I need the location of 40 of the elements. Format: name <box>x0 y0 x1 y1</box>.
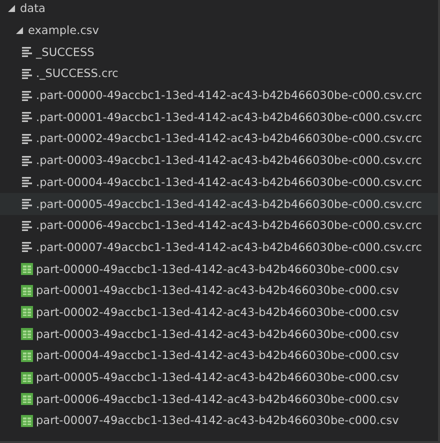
file-item[interactable]: _SUCCESS <box>0 41 438 64</box>
file-item[interactable]: .part-00005-49accbc1-13ed-4142-ac43-b42b466030be-c000.csv.crc <box>0 193 438 215</box>
file-item[interactable]: .part-00003-49accbc1-13ed-4142-ac43-b42b466030be-c000.csv.crc <box>0 150 438 172</box>
file-item[interactable]: .part-00004-49accbc1-13ed-4142-ac43-b42b466030be-c000.csv.crc <box>0 172 438 194</box>
spreadsheet-icon <box>21 393 33 406</box>
expanded-arrow-icon[interactable] <box>16 27 23 34</box>
file-item[interactable]: part-00007-49accbc1-13ed-4142-ac43-b42b466030be-c000.csv <box>0 410 438 432</box>
file-item[interactable]: part-00006-49accbc1-13ed-4142-ac43-b42b466030be-c000.csv <box>0 388 438 410</box>
file-item[interactable]: part-00002-49accbc1-13ed-4142-ac43-b42b466030be-c000.csv <box>0 302 438 324</box>
file-item[interactable]: part-00001-49accbc1-13ed-4142-ac43-b42b466030be-c000.csv <box>0 280 438 302</box>
file-item[interactable]: .part-00000-49accbc1-13ed-4142-ac43-b42b466030be-c000.csv.crc <box>0 84 438 106</box>
folder-name[interactable]: example.csv <box>28 20 99 42</box>
expanded-arrow-icon[interactable] <box>8 5 15 12</box>
file-item[interactable]: .part-00001-49accbc1-13ed-4142-ac43-b42b466030be-c000.csv.crc <box>0 106 438 128</box>
text-lines-icon <box>22 47 32 58</box>
text-lines-icon <box>22 112 32 122</box>
text-lines-icon <box>22 156 32 166</box>
file-item[interactable]: part-00000-49accbc1-13ed-4142-ac43-b42b466030be-c000.csv <box>0 258 438 280</box>
spreadsheet-icon <box>21 350 33 362</box>
file-item[interactable]: ._SUCCESS.crc <box>0 63 438 85</box>
file-item[interactable]: .part-00006-49accbc1-13ed-4142-ac43-b42b466030be-c000.csv.crc <box>0 214 438 237</box>
spreadsheet-icon <box>21 263 33 276</box>
file-item[interactable]: part-00004-49accbc1-13ed-4142-ac43-b42b466030be-c000.csv <box>0 345 438 367</box>
spreadsheet-icon <box>21 372 33 384</box>
folder-name[interactable]: data <box>20 0 46 20</box>
text-lines-icon <box>22 90 32 101</box>
file-item[interactable]: part-00003-49accbc1-13ed-4142-ac43-b42b466030be-c000.csv <box>0 323 438 345</box>
text-lines-icon <box>22 242 32 252</box>
file-item[interactable]: .part-00007-49accbc1-13ed-4142-ac43-b42b466030be-c000.csv.crc <box>0 236 438 258</box>
text-lines-icon <box>22 177 32 188</box>
file-item[interactable]: .part-00002-49accbc1-13ed-4142-ac43-b42b466030be-c000.csv.crc <box>0 128 438 150</box>
spreadsheet-icon <box>21 328 33 340</box>
text-lines-icon <box>22 220 32 231</box>
text-lines-icon <box>22 199 32 210</box>
file-item[interactable]: part-00005-49accbc1-13ed-4142-ac43-b42b466030be-c000.csv <box>0 366 438 388</box>
spreadsheet-icon <box>21 306 33 318</box>
text-lines-icon <box>22 134 32 144</box>
spreadsheet-icon <box>21 414 33 427</box>
spreadsheet-icon <box>21 284 33 297</box>
text-lines-icon <box>22 68 32 79</box>
